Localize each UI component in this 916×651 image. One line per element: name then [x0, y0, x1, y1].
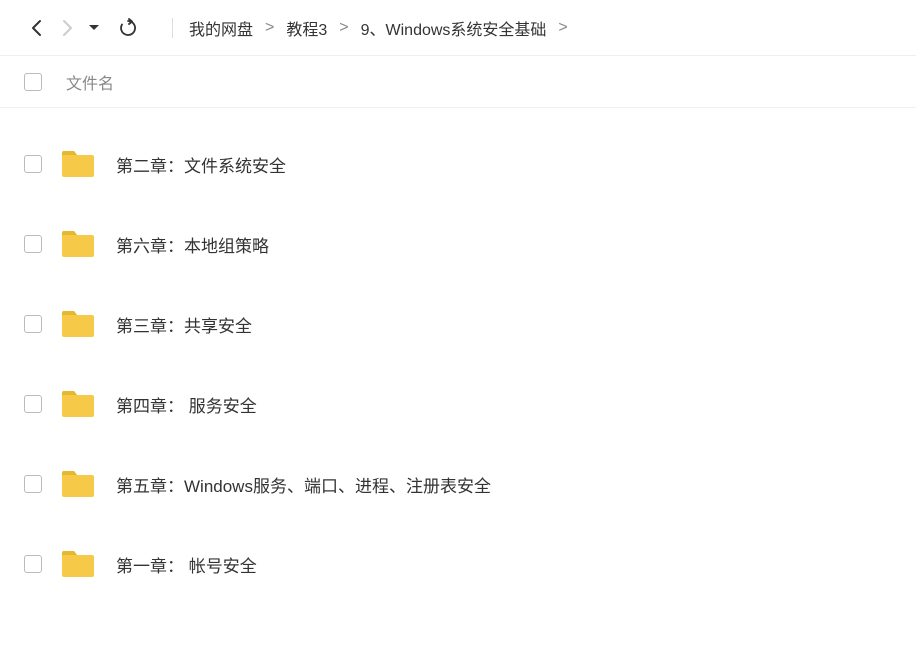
history-dropdown[interactable] — [88, 24, 100, 32]
list-item[interactable]: 第一章： 帐号安全 — [0, 524, 916, 604]
list-item[interactable]: 第四章： 服务安全 — [0, 364, 916, 444]
row-checkbox[interactable] — [24, 475, 42, 493]
filename-column-header[interactable]: 文件名 — [66, 70, 114, 94]
row-checkbox[interactable] — [24, 315, 42, 333]
breadcrumb-separator: > — [257, 19, 282, 37]
list-item[interactable]: 第六章：本地组策略 — [0, 204, 916, 284]
refresh-button[interactable] — [112, 12, 144, 44]
folder-icon — [60, 549, 96, 579]
toolbar-divider — [172, 18, 173, 38]
list-header: 文件名 — [0, 56, 916, 108]
folder-icon — [60, 469, 96, 499]
breadcrumb-separator: > — [550, 19, 575, 37]
list-item[interactable]: 第五章：Windows服务、端口、进程、注册表安全 — [0, 444, 916, 524]
breadcrumb-item[interactable]: 我的网盘 — [185, 16, 257, 40]
list-item[interactable]: 第三章：共享安全 — [0, 284, 916, 364]
list-item[interactable]: 第二章：文件系统安全 — [0, 124, 916, 204]
file-name: 第四章： 服务安全 — [116, 392, 257, 417]
folder-icon — [60, 389, 96, 419]
breadcrumb-item[interactable]: 9、Windows系统安全基础 — [357, 16, 551, 40]
breadcrumb-item[interactable]: 教程3 — [282, 16, 331, 40]
file-name: 第六章：本地组策略 — [116, 232, 269, 257]
file-list: 第二章：文件系统安全 第六章：本地组策略 第三章：共享安全 第四章： 服务安全 … — [0, 108, 916, 604]
file-name: 第一章： 帐号安全 — [116, 552, 257, 577]
breadcrumb-separator: > — [331, 19, 356, 37]
file-name: 第三章：共享安全 — [116, 312, 252, 337]
folder-icon — [60, 229, 96, 259]
file-name: 第二章：文件系统安全 — [116, 152, 286, 177]
breadcrumb: 我的网盘 > 教程3 > 9、Windows系统安全基础 > — [185, 16, 576, 40]
select-all-checkbox[interactable] — [24, 73, 42, 91]
forward-button[interactable] — [52, 12, 84, 44]
file-name: 第五章：Windows服务、端口、进程、注册表安全 — [116, 472, 491, 497]
row-checkbox[interactable] — [24, 555, 42, 573]
toolbar: 我的网盘 > 教程3 > 9、Windows系统安全基础 > — [0, 0, 916, 56]
row-checkbox[interactable] — [24, 235, 42, 253]
row-checkbox[interactable] — [24, 155, 42, 173]
back-button[interactable] — [20, 12, 52, 44]
folder-icon — [60, 309, 96, 339]
folder-icon — [60, 149, 96, 179]
row-checkbox[interactable] — [24, 395, 42, 413]
